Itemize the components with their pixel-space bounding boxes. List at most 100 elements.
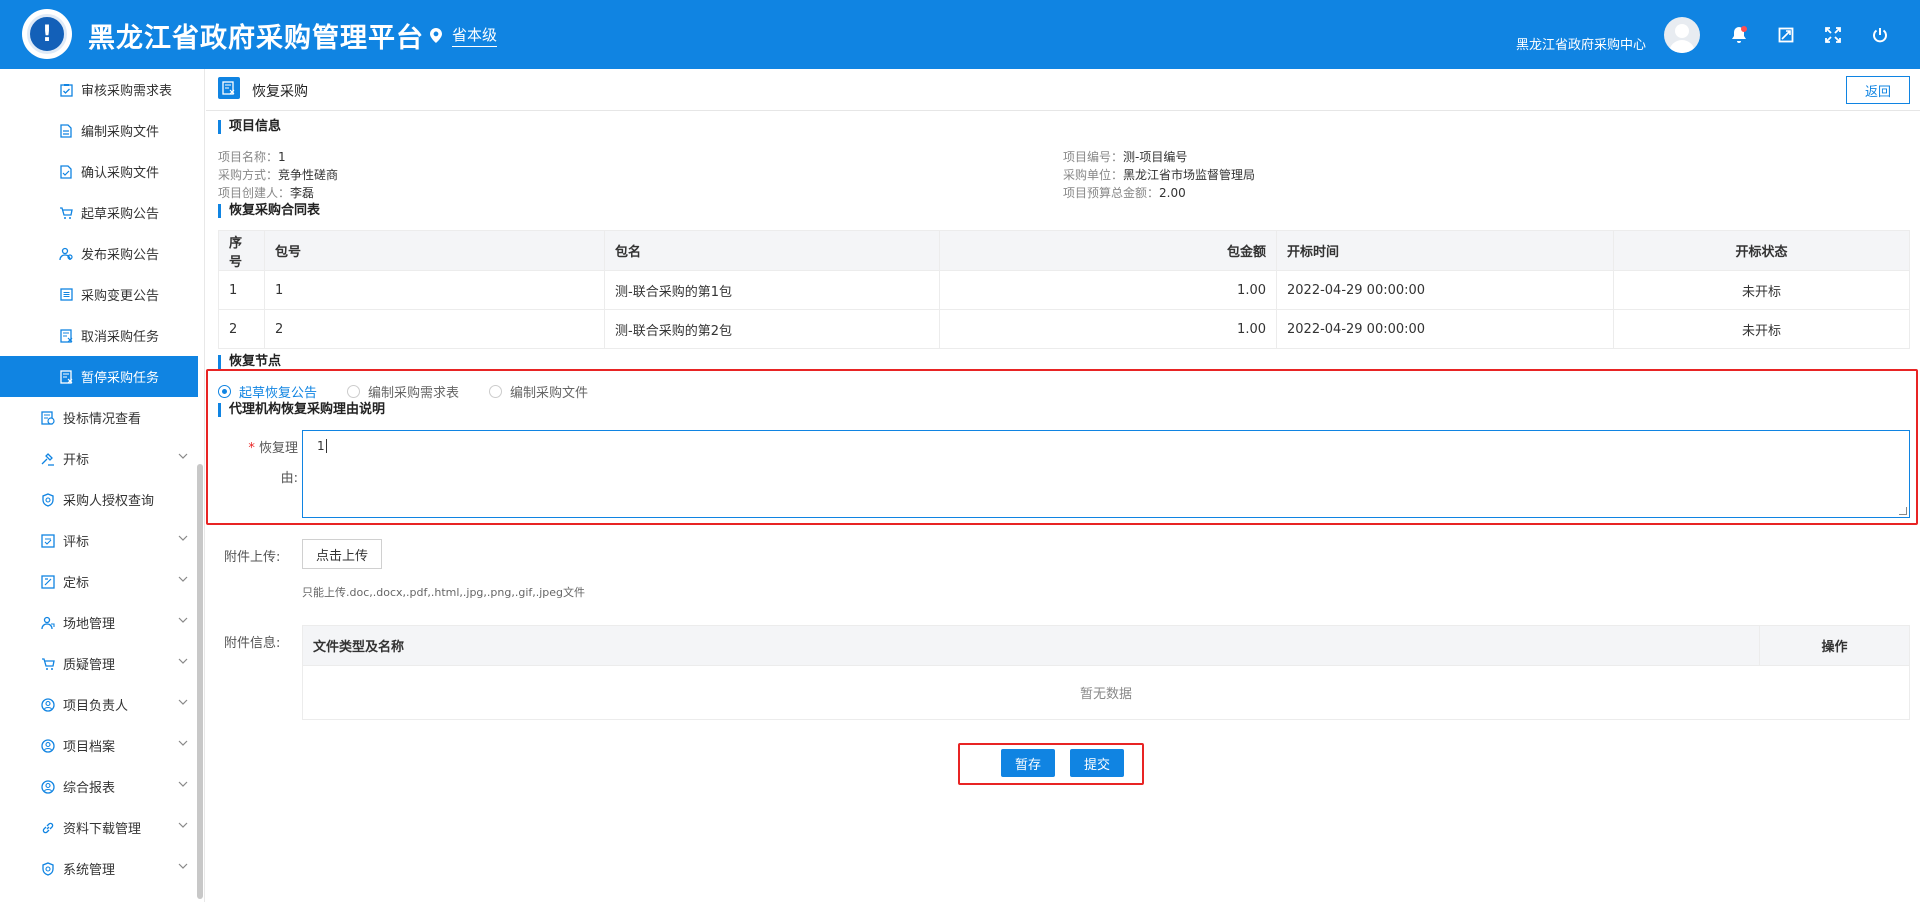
user-avatar[interactable]	[1664, 17, 1700, 53]
list-icon	[58, 287, 74, 303]
radio-prepare-requirements[interactable]: 编制采购需求表	[347, 382, 459, 401]
chevron-down-icon	[178, 658, 188, 664]
sidebar-item-award[interactable]: 定标	[0, 561, 198, 602]
sidebar-item-label: 定标	[63, 576, 90, 591]
cell-seq: 2	[218, 309, 265, 349]
project-code: 项目编号：测-项目编号	[1063, 150, 1188, 164]
reason-text: 1	[317, 439, 325, 453]
radio-label: 编制采购文件	[510, 386, 589, 401]
sidebar-item-label: 采购人授权查询	[63, 494, 155, 509]
location-pin-icon	[430, 28, 442, 43]
save-draft-button[interactable]: 暂存	[1001, 749, 1055, 777]
cell-open-time: 2022-04-29 00:00:00	[1276, 270, 1614, 310]
radio-prepare-docs[interactable]: 编制采购文件	[489, 382, 588, 401]
chevron-down-icon	[178, 781, 188, 787]
page-header: 恢复采购 返回	[206, 69, 1920, 111]
sidebar-scrollbar[interactable]	[197, 464, 203, 899]
back-button[interactable]: 返回	[1846, 76, 1910, 104]
empty-data: 暂无数据	[302, 665, 1910, 720]
window-icon[interactable]	[1775, 24, 1797, 46]
sidebar-item-label: 项目档案	[63, 740, 116, 755]
col-open-status: 开标状态	[1613, 230, 1910, 271]
user-circle-icon	[40, 738, 56, 754]
cell-status: 未开标	[1613, 309, 1910, 349]
radio-dot[interactable]	[489, 385, 503, 398]
sidebar-item-prepare-docs[interactable]: 编制采购文件	[0, 110, 198, 151]
cell-package-no: 2	[264, 309, 605, 349]
fullscreen-icon[interactable]	[1822, 24, 1844, 46]
sidebar-item-downloads[interactable]: 资料下载管理	[0, 807, 198, 848]
sidebar-item-bid-opening[interactable]: 开标	[0, 438, 198, 479]
pause-doc-icon	[58, 369, 74, 385]
sidebar-item-review-requirements[interactable]: 审核采购需求表	[0, 69, 198, 110]
attachment-table: 文件类型及名称 操作	[302, 625, 1910, 666]
sidebar-item-change-notice[interactable]: 采购变更公告	[0, 274, 198, 315]
table-header-row: 序号 包号 包名 包金额 开标时间 开标状态	[218, 230, 1910, 271]
checklist-icon	[58, 82, 74, 98]
power-icon[interactable]	[1869, 24, 1891, 46]
evaluate-icon	[40, 533, 56, 549]
notification-bell-icon[interactable]	[1728, 24, 1750, 46]
sidebar-item-publish-notice[interactable]: 发布采购公告	[0, 233, 198, 274]
sidebar-item-label: 评标	[63, 535, 90, 550]
chevron-down-icon	[178, 740, 188, 746]
sidebar-item-label: 项目负责人	[63, 699, 129, 714]
sidebar-item-label: 审核采购需求表	[81, 84, 173, 99]
col-file-name: 文件类型及名称	[302, 625, 1760, 666]
document-check-icon	[58, 164, 74, 180]
upload-button[interactable]: 点击上传	[302, 539, 382, 569]
reason-textarea[interactable]: 1	[302, 430, 1910, 518]
sidebar-item-evaluation[interactable]: 评标	[0, 520, 198, 561]
cart-icon	[58, 205, 74, 221]
sidebar-item-system[interactable]: 系统管理	[0, 848, 198, 889]
procurement-method: 采购方式：竞争性磋商	[218, 168, 339, 182]
col-package-amount: 包金额	[939, 230, 1277, 271]
reason-label: * 恢复理	[248, 441, 298, 456]
sidebar-item-cancel-task[interactable]: 取消采购任务	[0, 315, 198, 356]
col-open-time: 开标时间	[1276, 230, 1614, 271]
sidebar: 审核采购需求表 编制采购文件 确认采购文件 起草采购公告 发布采购公告 采购变更…	[0, 69, 205, 902]
upload-hint: 只能上传.doc,.docx,.pdf,.html,.jpg,.png,.gif…	[302, 586, 586, 599]
cell-package-name: 测-联合采购的第2包	[604, 309, 940, 349]
sidebar-item-label: 投标情况查看	[63, 412, 142, 427]
link-icon	[40, 820, 56, 836]
radio-dot[interactable]	[347, 385, 361, 398]
main-content: 恢复采购 返回 项目信息 项目名称：1 采购方式：竞争性磋商 项目创建人：李磊 …	[206, 69, 1920, 902]
sidebar-item-label: 质疑管理	[63, 658, 116, 673]
resize-handle[interactable]	[1899, 507, 1907, 515]
shield-icon	[40, 492, 56, 508]
sidebar-item-label: 系统管理	[63, 863, 116, 878]
sidebar-item-venue[interactable]: 场地管理	[0, 602, 198, 643]
sidebar-item-reports[interactable]: 综合报表	[0, 766, 198, 807]
sidebar-item-label: 综合报表	[63, 781, 116, 796]
exclamation-shield-icon: !	[27, 14, 67, 54]
chevron-down-icon	[178, 576, 188, 582]
sidebar-item-draft-notice[interactable]: 起草采购公告	[0, 192, 198, 233]
chevron-down-icon	[178, 453, 188, 459]
cell-amount: 1.00	[939, 309, 1277, 349]
sidebar-item-confirm-docs[interactable]: 确认采购文件	[0, 151, 198, 192]
radio-draft-restore-notice[interactable]: 起草恢复公告	[218, 382, 317, 401]
sidebar-item-project-lead[interactable]: 项目负责人	[0, 684, 198, 725]
region-selector[interactable]: 省本级	[430, 24, 498, 47]
restore-node-radio-group: 起草恢复公告 编制采购需求表 编制采购文件	[218, 382, 588, 401]
settings-shield-icon	[40, 861, 56, 877]
sidebar-item-pause-task[interactable]: 暂停采购任务	[0, 356, 198, 397]
submit-button[interactable]: 提交	[1070, 749, 1124, 777]
sidebar-item-label: 发布采购公告	[81, 248, 160, 263]
section-title-project-info: 项目信息	[218, 120, 281, 134]
required-mark: *	[248, 441, 255, 456]
bid-icon	[40, 410, 56, 426]
sidebar-item-bid-status[interactable]: 投标情况查看	[0, 397, 198, 438]
sidebar-item-project-archive[interactable]: 项目档案	[0, 725, 198, 766]
top-header: ! 黑龙江省政府采购管理平台 省本级 黑龙江省政府采购中心	[0, 0, 1920, 69]
sidebar-item-auth-query[interactable]: 采购人授权查询	[0, 479, 198, 520]
sidebar-item-label: 暂停采购任务	[81, 371, 160, 386]
radio-dot[interactable]	[218, 385, 231, 398]
cell-package-name: 测-联合采购的第1包	[604, 270, 940, 310]
table-row: 2 2 测-联合采购的第2包 1.00 2022-04-29 00:00:00 …	[218, 309, 1910, 349]
cancel-doc-icon	[58, 328, 74, 344]
sidebar-item-complaint[interactable]: 质疑管理	[0, 643, 198, 684]
sidebar-item-label: 场地管理	[63, 617, 116, 632]
region-label[interactable]: 省本级	[452, 24, 498, 47]
